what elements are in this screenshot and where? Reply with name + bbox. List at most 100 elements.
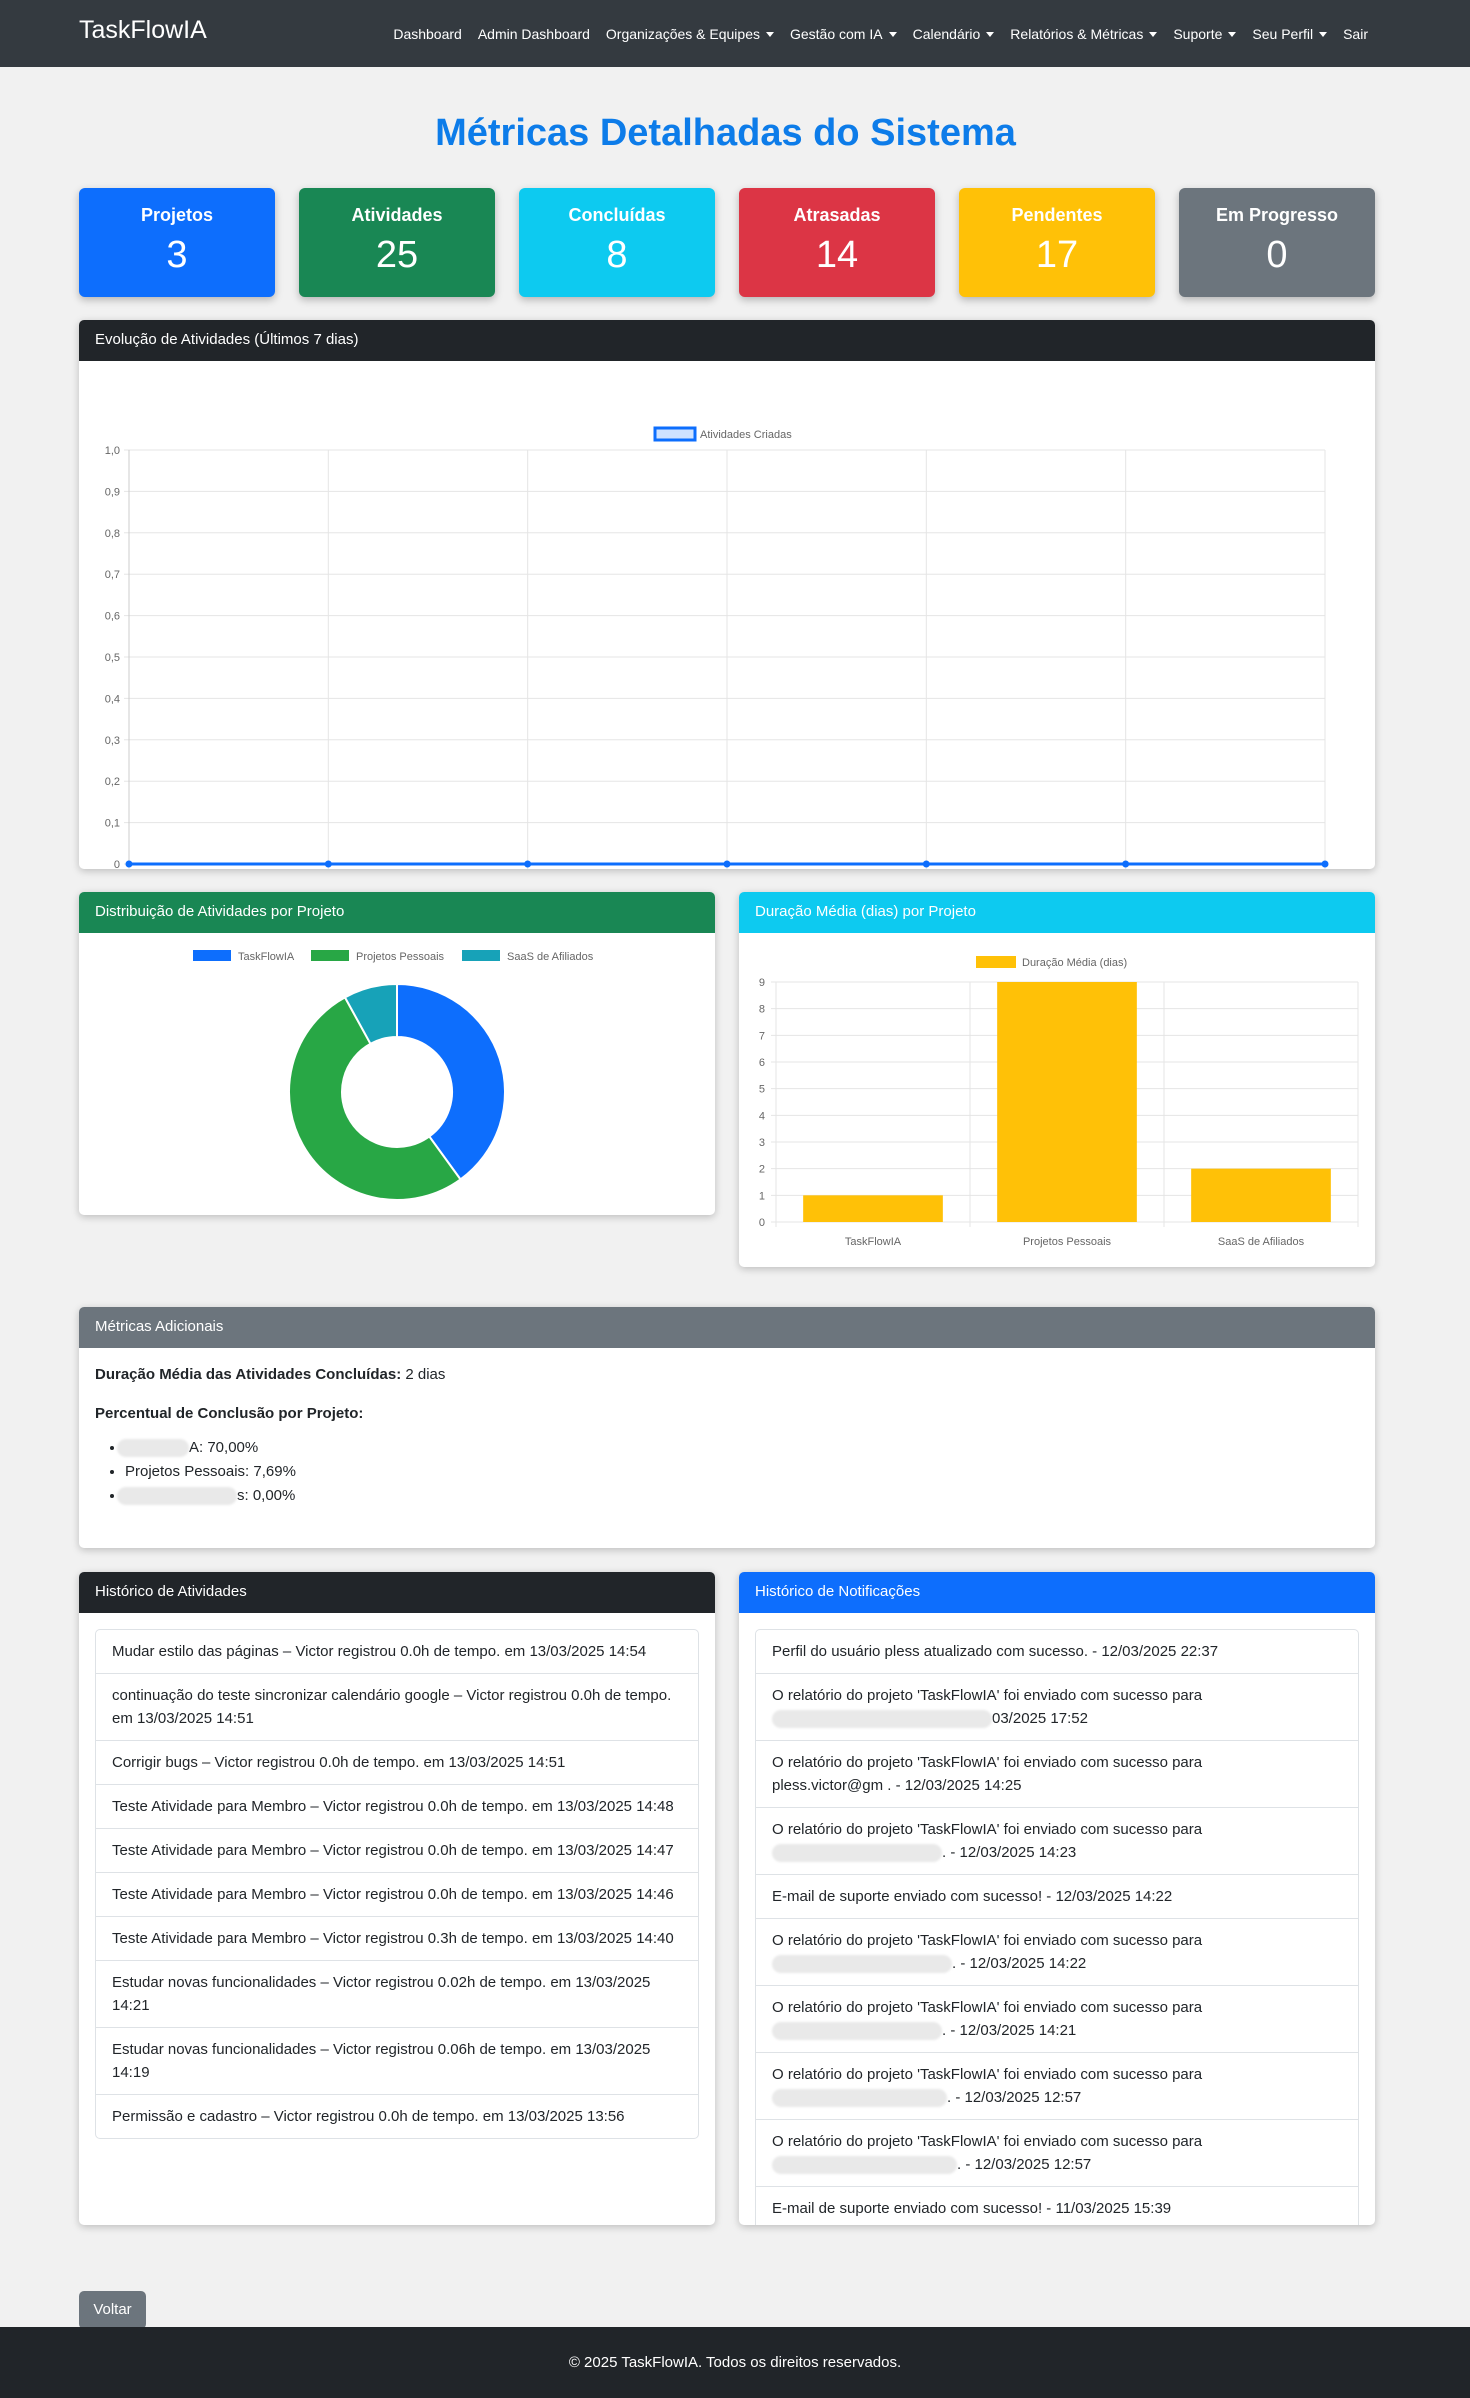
data-point [324,860,332,868]
list-item: Teste Atividade para Membro – Victor reg… [96,1872,698,1916]
stat-value: 3 [166,234,188,276]
avg-duration: Duração Média das Atividades Concluídas:… [95,1366,1359,1383]
stat-value: 14 [815,234,859,276]
y-tick-label: 0,7 [105,569,120,581]
notification-tail: pless.victor@gm . - 12/03/2025 14:25 [772,1777,1022,1794]
list-item: Teste Atividade para Membro – Victor reg… [96,1784,698,1828]
completion-item-text: A: 70,00% [189,1439,259,1456]
nav-organizations-dropdown[interactable]: Organizações & Equipes [606,26,774,42]
stat-value: 8 [606,234,628,276]
list-item: E-mail de suporte enviado com sucesso! -… [756,1874,1358,1918]
stat-card-projects: Projetos 3 [79,188,275,297]
nav-admin-dashboard[interactable]: Admin Dashboard [478,26,590,42]
stat-value: 0 [1266,234,1288,276]
duration-card: Duração Média (dias) por Projeto Duração… [739,892,1375,1267]
nav-dashboard[interactable]: Dashboard [393,26,462,42]
activity-evolution-card: Evolução de Atividades (Últimos 7 dias) … [79,320,1375,869]
notification-text: O relatório do projeto 'TaskFlowIA' foi … [772,1821,1203,1838]
legend-label: Duração Média (dias) [1022,957,1127,969]
notification-text: O relatório do projeto 'TaskFlowIA' foi … [772,2133,1203,2150]
notification-tail: . - 12/03/2025 14:22 [952,1955,1087,1972]
footer: © 2025 TaskFlowIA. Todos os direitos res… [0,2327,1470,2398]
navbar: TaskFlowIA Dashboard Admin Dashboard Org… [0,0,1470,67]
nav-profile-label: Seu Perfil [1252,25,1314,42]
legend-swatch [193,950,231,961]
nav-logout[interactable]: Sair [1343,26,1368,42]
y-tick-label: 0 [759,1217,765,1229]
completion-item-text: s: 0,00% [237,1487,296,1504]
redacted-text [772,2156,957,2175]
nav-ai-dropdown[interactable]: Gestão com IA [790,26,897,42]
back-button[interactable]: Voltar [79,2291,146,2329]
list-item: Estudar novas funcionalidades – Victor r… [96,2027,698,2094]
card-header: Métricas Adicionais [79,1307,1375,1348]
legend-label: TaskFlowIA [238,951,295,963]
legend-swatch [311,950,349,961]
line-chart: Atividades Criadas 0 0,1 0,2 0,3 0,4 0,5 0,6 0,7… [105,426,1329,869]
y-tick-label: 0 [114,859,120,869]
stat-label: Concluídas [568,205,666,225]
brand-logo[interactable]: TaskFlowIA [79,16,207,45]
y-tick-label: 0,2 [105,776,120,788]
data-point [922,860,930,868]
nav-organizations-label: Organizações & Equipes [605,25,760,42]
legend-swatch [653,426,697,442]
x-tick-label: Projetos Pessoais [1023,1236,1112,1248]
y-tick-label: 0,8 [105,528,120,540]
redacted-text [772,1844,942,1863]
notification-text: O relatório do projeto 'TaskFlowIA' foi … [772,1687,1203,1704]
y-tick-label: 0,5 [105,652,120,664]
nav-ai-label: Gestão com IA [789,25,883,42]
nav-calendar-dropdown[interactable]: Calendário [913,26,995,42]
legend-label: SaaS de Afiliados [507,951,594,963]
nav-profile-dropdown[interactable]: Seu Perfil [1252,25,1328,42]
chevron-down-icon [1149,32,1158,38]
x-tick-label: SaaS de Afiliados [1218,1236,1305,1248]
avg-duration-label: Duração Média das Atividades Concluídas: [95,1366,402,1383]
y-tick-label: 4 [759,1110,765,1122]
nav-reports-dropdown[interactable]: Relatórios & Métricas [1010,26,1158,42]
chevron-down-icon [1228,32,1237,38]
notification-history-list: Perfil do usuário pless atualizado com s… [755,1629,1359,2225]
nav-links: Dashboard Admin Dashboard Organizações &… [377,0,1368,67]
completion-heading: Percentual de Conclusão por Projeto: [95,1405,1359,1422]
y-tick-label: 0,4 [105,693,120,705]
bar [1191,1168,1331,1222]
card-header: Evolução de Atividades (Últimos 7 dias) [79,320,1375,361]
redacted-text [117,1487,237,1506]
y-tick-label: 8 [759,1004,765,1016]
list-item: Corrigir bugs – Victor registrou 0.0h de… [96,1740,698,1784]
stat-card-pending: Pendentes 17 [959,188,1155,297]
y-tick-label: 0,1 [105,818,120,830]
nav-support-dropdown[interactable]: Suporte [1173,25,1237,42]
card-header: Distribuição de Atividades por Projeto [79,892,715,933]
notification-tail: . - 12/03/2025 12:57 [947,2089,1082,2106]
y-tick-label: 0,3 [105,735,120,747]
list-item: Projetos Pessoais: 7,69% [125,1460,1359,1484]
y-tick-label: 0,9 [105,486,120,498]
stat-value: 17 [1035,234,1079,276]
stat-label: Pendentes [1011,205,1103,225]
legend-swatch [976,956,1016,968]
additional-metrics-card: Métricas Adicionais Duração Média das At… [79,1307,1375,1548]
card-header: Histórico de Notificações [739,1572,1375,1613]
notification-text: Perfil do usuário pless atualizado com s… [772,1643,1219,1660]
data-point [524,860,532,868]
bar [803,1195,943,1222]
y-tick-label: 1 [759,1190,765,1202]
list-item: s: 0,00% [117,1484,1359,1508]
notification-text: O relatório do projeto 'TaskFlowIA' foi … [772,1999,1203,2016]
y-tick-label: 6 [759,1057,765,1069]
list-item: Estudar novas funcionalidades – Victor r… [96,1960,698,2027]
bar-chart: Duração Média (dias) 0 1 2 3 4 5 6 7 8 9 TaskFlowIA… [759,956,1359,1248]
page-title: Métricas Detalhadas do Sistema [435,112,1016,154]
stat-label: Em Progresso [1215,205,1339,225]
nav-support-label: Suporte [1173,25,1223,42]
list-item: O relatório do projeto 'TaskFlowIA' foi … [756,2119,1358,2186]
activity-history-card: Histórico de Atividades Mudar estilo das… [79,1572,715,2225]
avg-duration-value: 2 dias [405,1366,446,1383]
list-item: Teste Atividade para Membro – Victor reg… [96,1916,698,1960]
notification-history-card: Histórico de Notificações Perfil do usuá… [739,1572,1375,2225]
notification-tail: 03/2025 17:52 [992,1710,1088,1727]
list-item: Teste Atividade para Membro – Victor reg… [96,1828,698,1872]
